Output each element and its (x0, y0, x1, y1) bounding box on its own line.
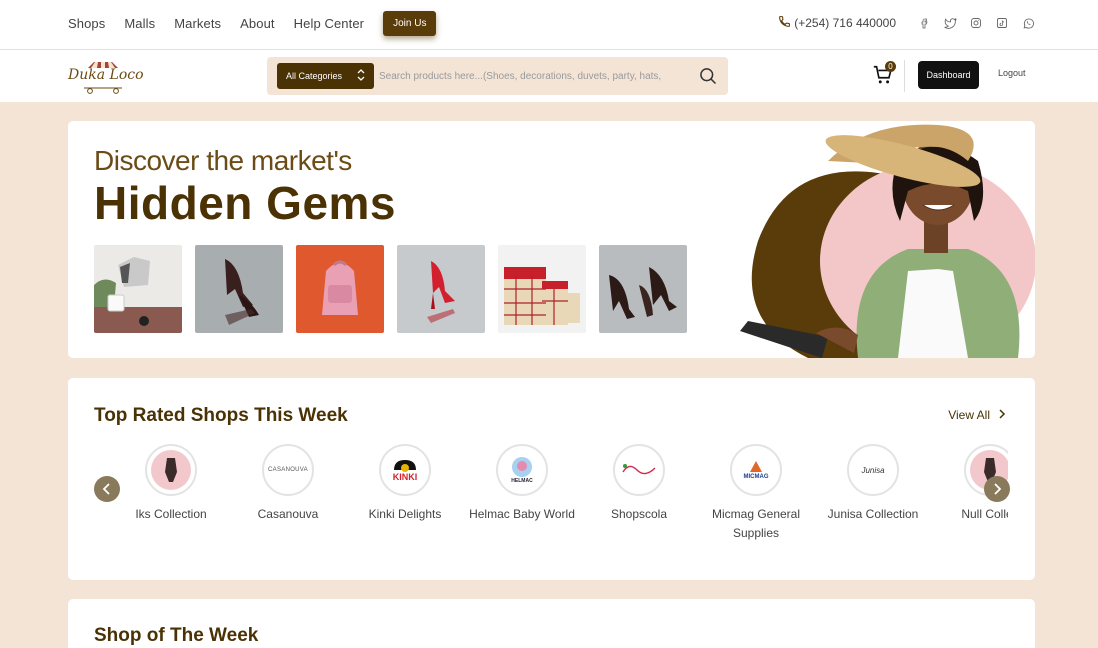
shop-name: Casanouva (257, 507, 319, 521)
shop-logo: MICMAG (730, 444, 782, 496)
thumbnail-pink-backpack[interactable] (296, 245, 384, 333)
instagram-icon[interactable] (968, 15, 984, 31)
dashboard-button[interactable]: Dashboard (918, 61, 979, 89)
hero-banner: Discover the market's Hidden Gems (68, 121, 1035, 358)
nav-shops[interactable]: Shops (68, 16, 105, 31)
header-divider (904, 60, 905, 92)
top-rated-shops: Top Rated Shops This Week View All Iks C… (68, 378, 1035, 580)
chevron-right-icon (994, 483, 1002, 495)
shop-card[interactable]: Iks Collection (113, 444, 229, 524)
thumbnail-kettle[interactable] (94, 245, 182, 333)
thumbnail-brown-platform-heels[interactable] (599, 245, 687, 333)
shop-name: Helmac Baby World (469, 507, 575, 521)
hero-thumbnails (94, 245, 700, 333)
chevron-right-icon (998, 408, 1006, 422)
search-input[interactable] (379, 63, 695, 89)
hero-title: Hidden Gems (94, 177, 397, 229)
shop-name: Kinki Delights (368, 507, 442, 521)
nav-malls[interactable]: Malls (124, 16, 155, 31)
chevron-updown-icon (357, 68, 365, 83)
phone-icon (778, 15, 791, 31)
thumbnail-brown-heels[interactable] (195, 245, 283, 333)
carousel-prev-button[interactable] (94, 476, 120, 502)
tiktok-icon[interactable] (994, 15, 1010, 31)
category-select-label: All Categories (286, 71, 343, 81)
thumbnail-red-heels[interactable] (397, 245, 485, 333)
shop-name: Iks Collection (135, 507, 207, 521)
shop-name: Shopscola (610, 507, 668, 521)
shop-logo (145, 444, 197, 496)
view-all-link[interactable]: View All (948, 408, 1006, 422)
whatsapp-icon[interactable] (1020, 15, 1036, 31)
category-select[interactable]: All Categories (277, 63, 374, 89)
shop-card[interactable]: Shopscola (581, 444, 697, 524)
top-bar: Shops Malls Markets About Help Center Jo… (0, 0, 1098, 50)
nav-markets[interactable]: Markets (174, 16, 221, 31)
join-us-button[interactable]: Join Us (383, 10, 437, 36)
shop-carousel: Iks Collection CASANOUVA Casanouva KINKI… (113, 444, 1008, 554)
cart-button[interactable]: 0 (872, 61, 896, 88)
logo-text: Duka Loco (68, 67, 144, 83)
shop-logo: Junisa (847, 444, 899, 496)
top-nav: Shops Malls Markets About Help Center Jo… (68, 0, 437, 46)
contact-bar: (+254) 716 440000 (778, 0, 1036, 46)
shop-name: Micmag General Supplies (711, 507, 801, 540)
hero-woman-image (728, 121, 1035, 358)
top-shops-title: Top Rated Shops This Week (94, 405, 348, 426)
main-header: Duka Loco All Categories 0 Dashboard Log… (0, 50, 1098, 102)
shop-logo: CASANOUVA (262, 444, 314, 496)
nav-about[interactable]: About (240, 16, 274, 31)
hero-subtitle: Discover the market's (94, 145, 352, 176)
shop-logo: HELMAC (496, 444, 548, 496)
logout-link[interactable]: Logout (998, 68, 1026, 78)
carousel-next-button[interactable] (984, 476, 1010, 502)
search-icon[interactable] (698, 66, 718, 86)
shop-card[interactable]: KINKI Kinki Delights (347, 444, 463, 524)
shop-of-week-title: Shop of The Week (94, 625, 259, 646)
facebook-icon[interactable] (916, 15, 932, 31)
shop-logo (613, 444, 665, 496)
view-all-label: View All (948, 408, 990, 422)
shop-name: Null Collec (961, 507, 1008, 521)
shop-card[interactable]: CASANOUVA Casanouva (230, 444, 346, 524)
twitter-icon[interactable] (942, 15, 958, 31)
chevron-left-icon (102, 483, 110, 495)
cart-count-badge: 0 (885, 61, 896, 72)
search-bar: All Categories (267, 57, 728, 95)
shop-card[interactable]: Junisa Junisa Collection (815, 444, 931, 524)
shop-card[interactable]: MICMAG Micmag General Supplies (698, 444, 814, 543)
shop-logo: KINKI (379, 444, 431, 496)
shop-card[interactable]: HELMAC Helmac Baby World (464, 444, 580, 524)
site-logo[interactable]: Duka Loco (68, 59, 144, 95)
thumbnail-plaid-bags[interactable] (498, 245, 586, 333)
nav-help-center[interactable]: Help Center (294, 16, 364, 31)
phone-number[interactable]: (+254) 716 440000 (794, 16, 896, 30)
social-links (906, 15, 1036, 31)
shop-name: Junisa Collection (827, 507, 919, 521)
shop-of-the-week: Shop of The Week (68, 599, 1035, 648)
